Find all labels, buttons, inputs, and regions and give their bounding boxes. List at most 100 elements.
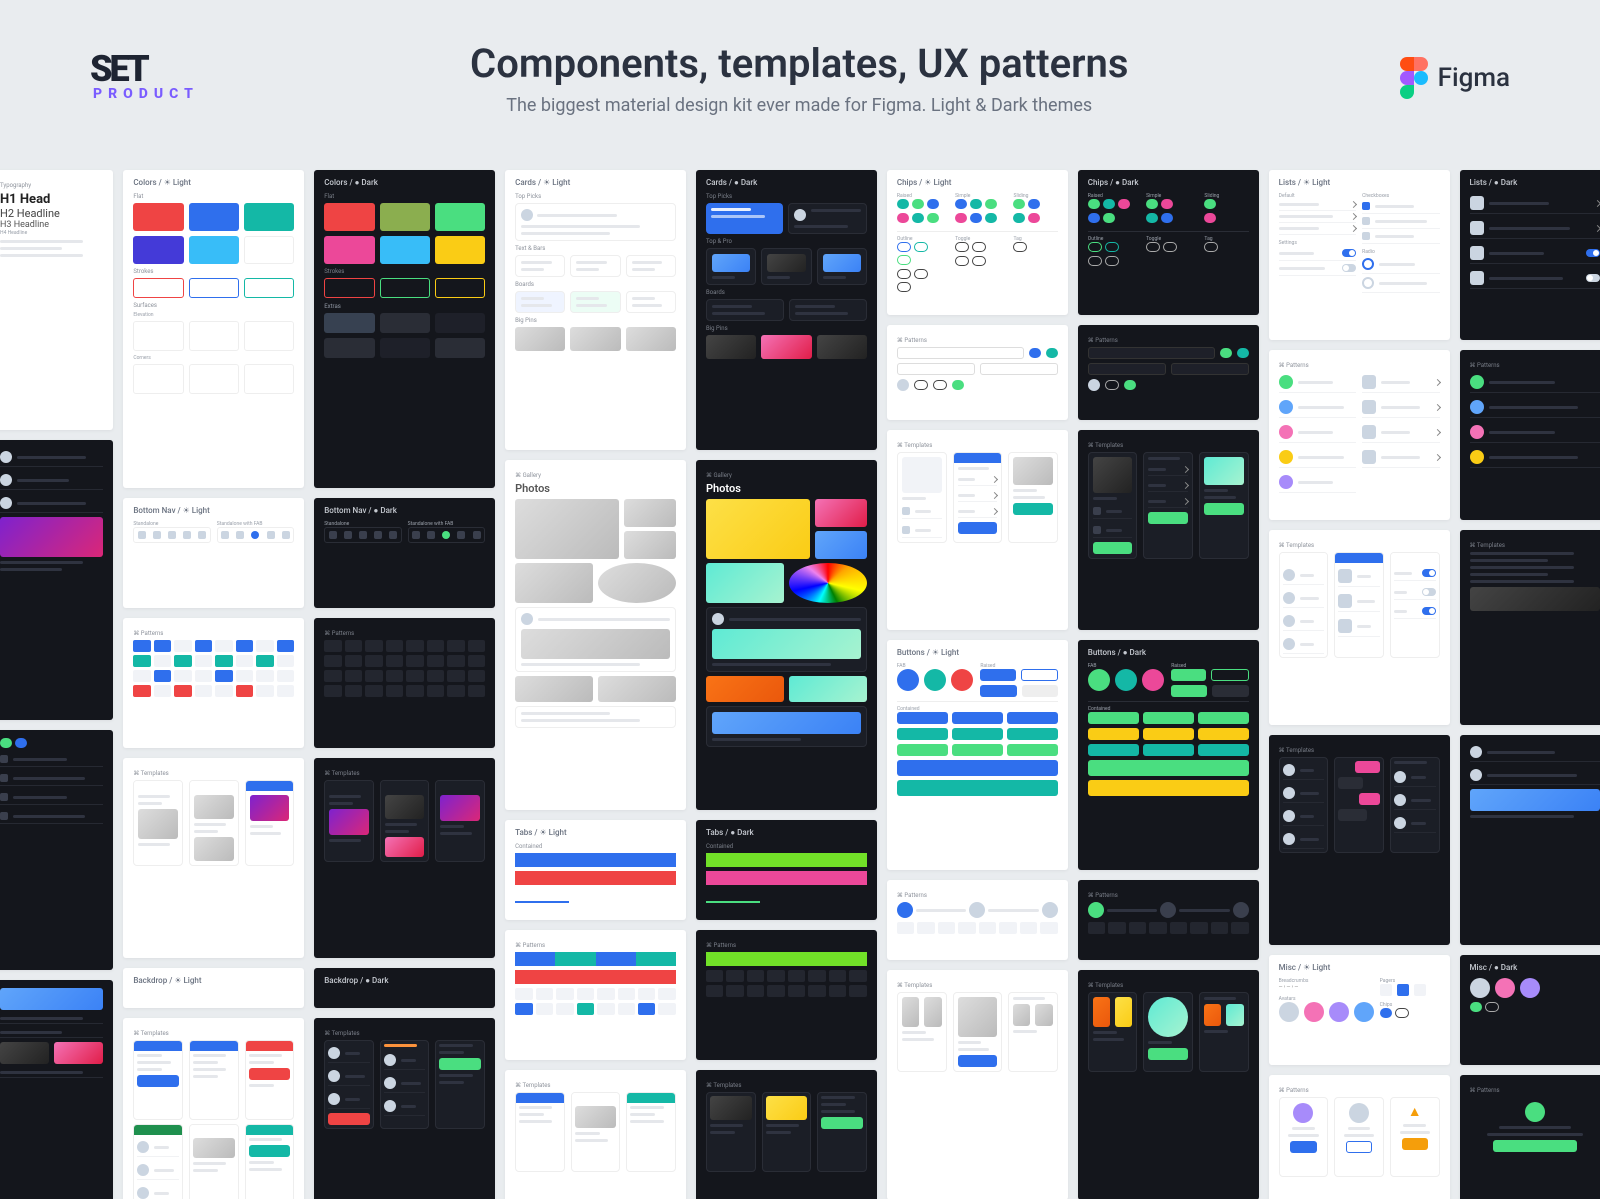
screen-preview[interactable]	[245, 780, 295, 866]
tab-bar[interactable]	[515, 889, 676, 903]
list-item[interactable]	[1279, 261, 1356, 276]
screen-preview[interactable]	[380, 780, 430, 862]
fab[interactable]	[924, 669, 946, 691]
pin[interactable]	[626, 327, 676, 351]
list-item[interactable]	[1279, 211, 1356, 223]
swatch[interactable]	[380, 313, 430, 333]
card[interactable]	[788, 203, 867, 234]
screen-preview[interactable]	[515, 1092, 565, 1172]
swatch-blue[interactable]	[189, 203, 239, 231]
swatch-cyan[interactable]	[189, 236, 239, 264]
list-item[interactable]	[1279, 372, 1356, 393]
card[interactable]	[789, 299, 867, 321]
screen-preview[interactable]	[133, 1124, 183, 1199]
chip[interactable]	[927, 213, 939, 223]
screen-preview[interactable]	[706, 1092, 756, 1172]
button-wide[interactable]	[897, 760, 1058, 776]
step[interactable]	[897, 902, 913, 918]
card-featured[interactable]	[706, 203, 783, 234]
screen-preview[interactable]	[189, 780, 239, 866]
pin[interactable]	[706, 248, 756, 285]
screen-preview[interactable]	[1008, 992, 1058, 1072]
screen-preview[interactable]	[1143, 452, 1193, 559]
stroke-blue[interactable]	[189, 278, 239, 298]
swatch-olive[interactable]	[380, 203, 430, 231]
stroke[interactable]	[435, 278, 485, 298]
swatch-green[interactable]	[435, 203, 485, 231]
list-item[interactable]	[1279, 223, 1356, 235]
button[interactable]	[980, 669, 1015, 681]
toggle[interactable]	[1342, 264, 1356, 272]
chip[interactable]	[897, 213, 909, 223]
screen-preview[interactable]	[1008, 452, 1058, 543]
feed-card[interactable]	[706, 706, 867, 747]
card[interactable]	[515, 291, 565, 313]
swatch[interactable]	[324, 338, 374, 358]
card[interactable]	[570, 255, 620, 277]
screen-preview[interactable]	[189, 1124, 239, 1199]
screen-preview[interactable]	[1199, 452, 1249, 559]
swatch-pink[interactable]	[324, 236, 374, 264]
screen-preview[interactable]	[1088, 452, 1138, 559]
card[interactable]	[570, 291, 620, 313]
pin[interactable]	[570, 327, 620, 351]
screen-preview[interactable]	[245, 1124, 295, 1199]
toggle[interactable]	[1342, 249, 1356, 257]
pin[interactable]	[761, 248, 811, 285]
fab[interactable]	[951, 669, 973, 691]
screen-preview[interactable]	[324, 1040, 374, 1129]
screen-preview[interactable]	[133, 780, 183, 866]
screen-preview[interactable]	[133, 1040, 183, 1120]
tab-bar[interactable]	[515, 853, 676, 867]
stroke[interactable]	[380, 278, 430, 298]
input[interactable]	[980, 363, 1058, 375]
swatch[interactable]	[435, 338, 485, 358]
feed-card[interactable]	[706, 607, 867, 672]
chip[interactable]	[912, 199, 924, 209]
card[interactable]	[515, 203, 676, 241]
swatch-red[interactable]	[133, 203, 183, 231]
tab-bar[interactable]	[706, 871, 867, 885]
list-item[interactable]	[1279, 246, 1356, 261]
tab-bar[interactable]	[706, 889, 867, 903]
bottom-nav[interactable]	[133, 527, 210, 543]
swatch-teal[interactable]	[244, 203, 294, 231]
tab-bar[interactable]	[706, 853, 867, 867]
pin[interactable]	[817, 248, 867, 285]
screen-preview[interactable]	[762, 1092, 812, 1172]
pin[interactable]	[515, 327, 565, 351]
screen-preview[interactable]	[435, 780, 485, 862]
swatch[interactable]	[324, 313, 374, 333]
tab-bar[interactable]	[515, 871, 676, 885]
screen-preview[interactable]	[953, 992, 1003, 1072]
stroke[interactable]	[324, 278, 374, 298]
screen-preview[interactable]	[245, 1040, 295, 1120]
screen-preview[interactable]	[897, 992, 947, 1072]
card[interactable]	[626, 291, 676, 313]
swatch-cyan[interactable]	[380, 236, 430, 264]
screen-preview[interactable]	[1199, 992, 1249, 1072]
fab[interactable]	[1088, 669, 1110, 691]
bottom-nav[interactable]	[324, 527, 401, 543]
screen-preview[interactable]	[626, 1092, 676, 1172]
screen-preview[interactable]	[435, 1040, 485, 1129]
screen-preview[interactable]	[897, 452, 947, 543]
input[interactable]	[897, 363, 975, 375]
button[interactable]	[897, 712, 948, 724]
swatch-navy[interactable]	[133, 236, 183, 264]
bottom-nav-fab[interactable]	[217, 527, 294, 543]
chip[interactable]	[927, 199, 939, 209]
stroke-red[interactable]	[133, 278, 183, 298]
screen-preview[interactable]	[380, 1040, 430, 1129]
swatch-white[interactable]	[244, 236, 294, 264]
feed-card[interactable]	[515, 706, 676, 728]
button[interactable]	[1021, 669, 1058, 681]
fab[interactable]	[897, 669, 919, 691]
screen-preview[interactable]	[953, 452, 1003, 543]
chip[interactable]	[912, 213, 924, 223]
screen-preview[interactable]	[571, 1092, 621, 1172]
bottom-nav-fab[interactable]	[408, 527, 485, 543]
screen-preview[interactable]	[324, 780, 374, 862]
card[interactable]	[515, 255, 565, 277]
stroke-teal[interactable]	[244, 278, 294, 298]
